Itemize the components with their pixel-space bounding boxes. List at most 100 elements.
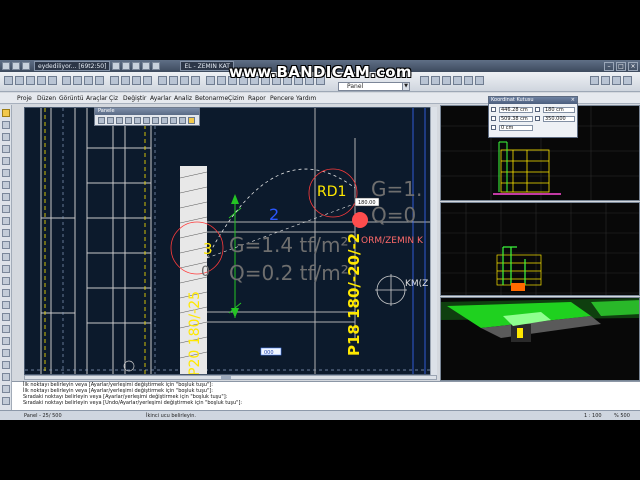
ribbon-icon-7[interactable]: [73, 76, 82, 85]
ribbon-icon-14[interactable]: [158, 76, 167, 85]
camera-icon[interactable]: [152, 62, 161, 70]
menu-item-degistir[interactable]: Değiştir: [123, 95, 146, 102]
ribbon-icon-35[interactable]: [590, 76, 599, 85]
ribbon-icon-5[interactable]: [48, 76, 57, 85]
y2-coordinate-field[interactable]: 350.000: [543, 116, 575, 122]
float-tool-icon-9[interactable]: [170, 117, 177, 124]
tool-line-icon[interactable]: [2, 289, 10, 297]
menu-item-analiz[interactable]: Analiz: [174, 95, 192, 102]
ribbon-icon-38[interactable]: [623, 76, 632, 85]
ribbon-icon-13[interactable]: [143, 76, 152, 85]
menu-item-proje[interactable]: Proje: [17, 95, 32, 102]
command-line-area[interactable]: İlk noktayı belirleyin veya [Ayarlar/yer…: [12, 381, 640, 410]
tool-settings-icon[interactable]: [2, 385, 10, 393]
plan-horizontal-scrollbar[interactable]: [24, 375, 437, 380]
status-zoom[interactable]: % 500: [614, 413, 630, 419]
y-lock-checkbox[interactable]: [491, 116, 496, 121]
element-type-combo[interactable]: Panel ▼: [338, 82, 410, 91]
plan-vertical-scrollbar[interactable]: [430, 107, 437, 375]
plan-scroll-thumb[interactable]: [221, 376, 231, 379]
new-file-icon[interactable]: [12, 62, 20, 70]
y-coordinate-field[interactable]: 509.38 cm: [499, 116, 533, 122]
x2-lock-checkbox[interactable]: [535, 107, 540, 112]
menu-item-yardim[interactable]: Yardım: [296, 95, 316, 102]
tool-block-icon[interactable]: [2, 349, 10, 357]
maximize-button[interactable]: □: [616, 61, 626, 71]
ribbon-icon-6[interactable]: [62, 76, 71, 85]
close-button[interactable]: ×: [628, 61, 638, 71]
tool-dimension-icon[interactable]: [2, 205, 10, 213]
plan-view-canvas[interactable]: RD1 G=1. Q=0 180.00 2 ORM/ZEMIN K G=1.4 …: [24, 107, 437, 375]
minimize-button[interactable]: –: [604, 61, 614, 71]
ribbon-icon-33[interactable]: [464, 76, 473, 85]
ribbon-icon-32[interactable]: [453, 76, 462, 85]
tool-measure-icon[interactable]: [2, 373, 10, 381]
tool-stair-icon[interactable]: [2, 169, 10, 177]
chevron-down-icon[interactable]: ▼: [402, 83, 409, 90]
float-tool-icon-3[interactable]: [116, 117, 123, 124]
ribbon-icon-19[interactable]: [217, 76, 226, 85]
menu-item-duzen[interactable]: Düzen: [37, 95, 56, 102]
tool-help-icon[interactable]: [2, 397, 10, 405]
float-tool-icon-7[interactable]: [152, 117, 159, 124]
tool-window-icon[interactable]: [2, 241, 10, 249]
float-tool-icon-1[interactable]: [98, 117, 105, 124]
panel-floating-toolbar[interactable]: Panele: [94, 107, 200, 126]
ribbon-icon-10[interactable]: [110, 76, 119, 85]
float-tool-icon-5[interactable]: [134, 117, 141, 124]
x-lock-checkbox[interactable]: [491, 107, 496, 112]
tool-opening-icon[interactable]: [2, 253, 10, 261]
float-tool-icon-2[interactable]: [107, 117, 114, 124]
document-tab[interactable]: eydediliyor... [69t2:50]: [34, 61, 111, 71]
float-tool-icon-10[interactable]: [179, 117, 186, 124]
ribbon-icon-31[interactable]: [442, 76, 451, 85]
x-coordinate-field[interactable]: 446.28 cm: [499, 107, 533, 113]
3d-wireframe-view[interactable]: [440, 202, 640, 296]
file-tab[interactable]: EL - ZEMIN KAT: [180, 61, 234, 71]
tool-foundation-icon[interactable]: [2, 181, 10, 189]
menu-item-ciz[interactable]: Çiz: [109, 95, 118, 102]
print-icon[interactable]: [142, 62, 151, 70]
tool-axis-icon[interactable]: [2, 193, 10, 201]
menu-item-rapor[interactable]: Rapor: [248, 95, 266, 102]
tool-load-icon[interactable]: [2, 265, 10, 273]
tool-wall-icon[interactable]: [2, 157, 10, 165]
tool-circle-icon[interactable]: [2, 313, 10, 321]
y2-lock-checkbox[interactable]: [535, 116, 540, 121]
redo-icon[interactable]: [132, 62, 141, 70]
ribbon-icon-16[interactable]: [180, 76, 189, 85]
tool-hatch-icon[interactable]: [2, 337, 10, 345]
ribbon-icon-11[interactable]: [121, 76, 130, 85]
menu-item-goruntu[interactable]: Görüntü: [59, 95, 84, 102]
ribbon-icon-17[interactable]: [191, 76, 200, 85]
coordinate-panel[interactable]: Koordinat Kutusu × 446.28 cm 180 cm 509.…: [488, 96, 578, 138]
ribbon-icon-18[interactable]: [206, 76, 215, 85]
undo-icon[interactable]: [122, 62, 131, 70]
save-icon[interactable]: [112, 62, 121, 70]
z-coordinate-field[interactable]: 0 cm: [499, 125, 533, 131]
tool-slab-icon[interactable]: [2, 145, 10, 153]
open-file-icon[interactable]: [22, 62, 30, 70]
ribbon-icon-15[interactable]: [169, 76, 178, 85]
float-tool-icon-8[interactable]: [161, 117, 168, 124]
ribbon-icon-34[interactable]: [475, 76, 484, 85]
menu-item-ayarlar[interactable]: Ayarlar: [150, 95, 171, 102]
float-tool-icon-4[interactable]: [125, 117, 132, 124]
x2-coordinate-field[interactable]: 180 cm: [543, 107, 575, 113]
tool-text-icon[interactable]: [2, 217, 10, 225]
ribbon-icon-37[interactable]: [612, 76, 621, 85]
menu-item-betonarme[interactable]: Betonarme: [195, 95, 228, 102]
ribbon-icon-9[interactable]: [95, 76, 104, 85]
ribbon-icon-3[interactable]: [26, 76, 35, 85]
menu-item-araclar[interactable]: Araçlar: [86, 95, 107, 102]
ribbon-icon-8[interactable]: [84, 76, 93, 85]
ribbon-icon-30[interactable]: [431, 76, 440, 85]
tool-layer-icon[interactable]: [2, 361, 10, 369]
tool-beam-icon[interactable]: [2, 133, 10, 141]
menu-item-pencere[interactable]: Pencere: [270, 95, 294, 102]
z-lock-checkbox[interactable]: [491, 125, 496, 130]
float-tool-icon-11[interactable]: [188, 117, 195, 124]
ribbon-icon-1[interactable]: [4, 76, 13, 85]
tool-arc-icon[interactable]: [2, 325, 10, 333]
close-icon[interactable]: ×: [571, 97, 575, 104]
